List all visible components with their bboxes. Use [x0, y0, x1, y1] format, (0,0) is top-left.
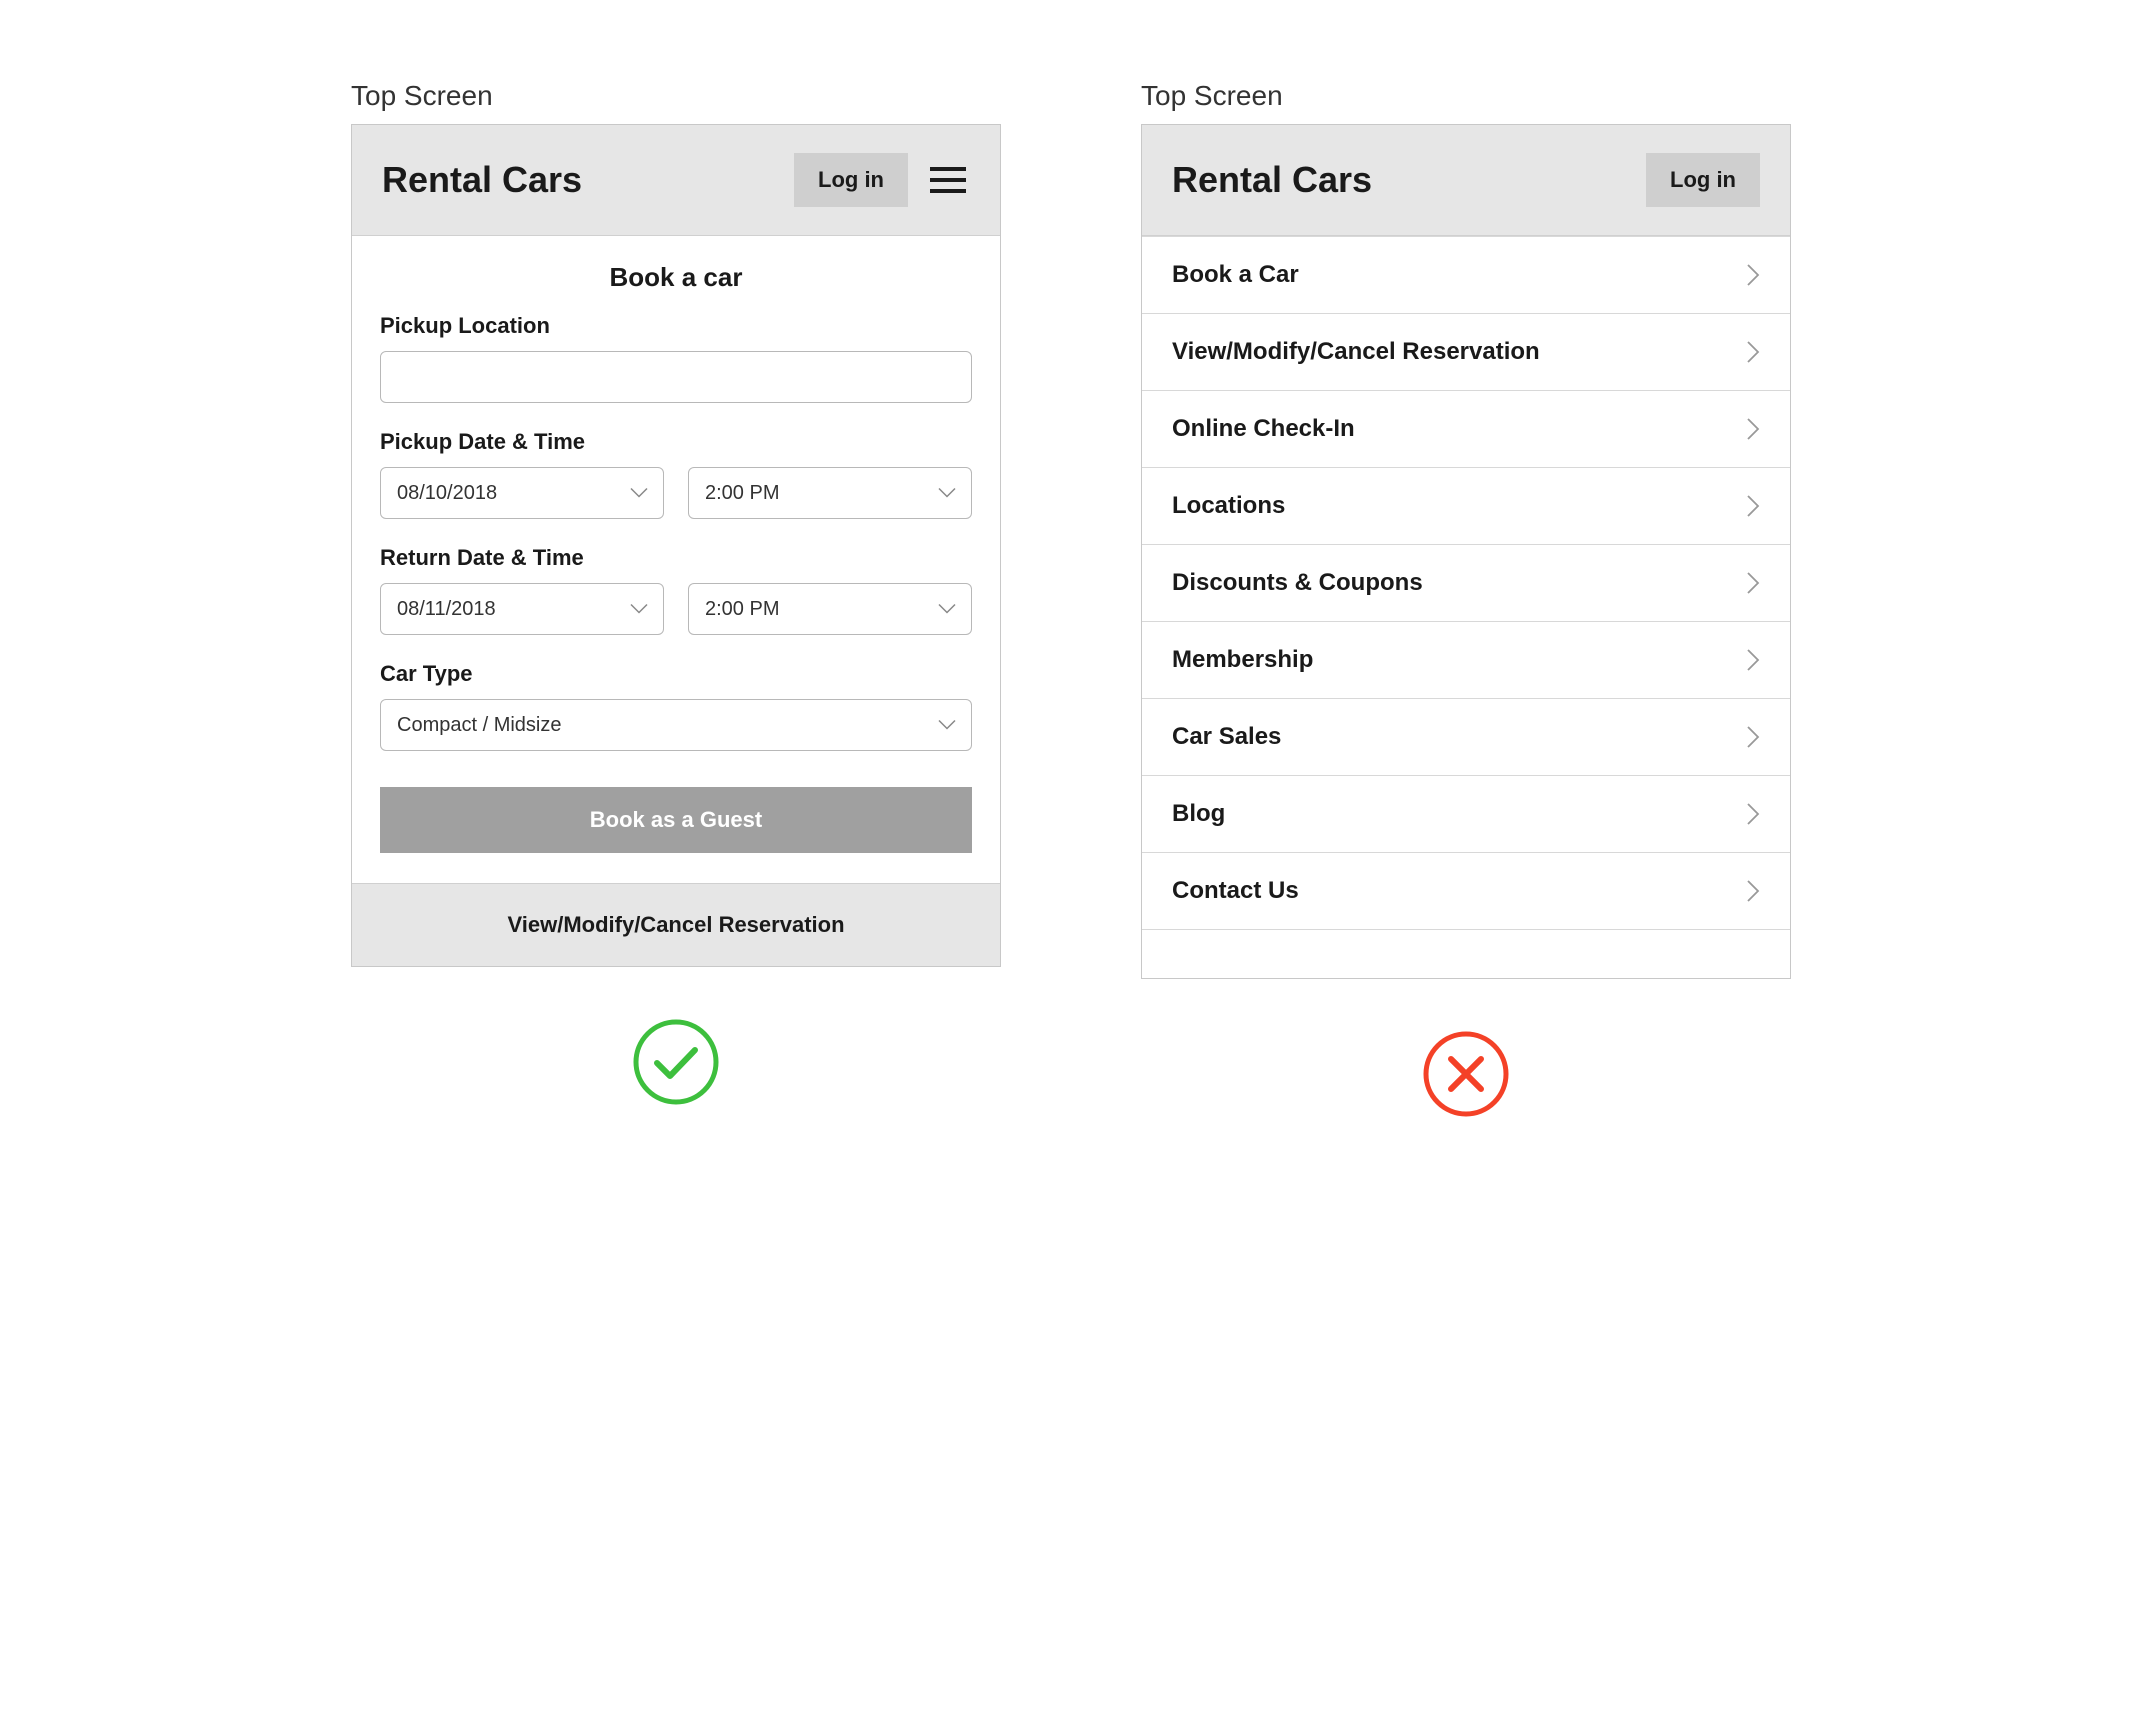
pickup-date-select[interactable]: 08/10/2018 [380, 467, 664, 519]
incorrect-badge [1421, 1029, 1511, 1119]
header-left: Rental Cars Log in [352, 125, 1000, 236]
app-title: Rental Cars [1172, 159, 1372, 201]
menu-item-online-check-in[interactable]: Online Check-In [1142, 391, 1790, 468]
chevron-right-icon [1747, 572, 1760, 594]
login-button[interactable]: Log in [1646, 153, 1760, 207]
pickup-time-value: 2:00 PM [705, 482, 779, 505]
menu-item-label: Locations [1172, 492, 1285, 520]
menu-item-car-sales[interactable]: Car Sales [1142, 699, 1790, 776]
hamburger-menu-icon[interactable] [926, 163, 970, 197]
menu-item-discounts-coupons[interactable]: Discounts & Coupons [1142, 545, 1790, 622]
return-date-select[interactable]: 08/11/2018 [380, 583, 664, 635]
menu-spacer [1142, 930, 1790, 978]
header-actions: Log in [794, 153, 970, 207]
menu-item-label: Book a Car [1172, 261, 1299, 289]
menu-item-label: Contact Us [1172, 877, 1299, 905]
chevron-right-icon [1747, 341, 1760, 363]
menu-item-contact-us[interactable]: Contact Us [1142, 853, 1790, 930]
check-circle-icon [631, 1017, 721, 1107]
return-time-value: 2:00 PM [705, 598, 779, 621]
menu-item-locations[interactable]: Locations [1142, 468, 1790, 545]
cross-circle-icon [1421, 1029, 1511, 1119]
view-modify-cancel-link[interactable]: View/Modify/Cancel Reservation [352, 883, 1000, 966]
menu-item-blog[interactable]: Blog [1142, 776, 1790, 853]
chevron-right-icon [1747, 264, 1760, 286]
book-as-guest-button[interactable]: Book as a Guest [380, 787, 972, 853]
screen-label-right: Top Screen [1141, 80, 1283, 112]
menu-item-membership[interactable]: Membership [1142, 622, 1790, 699]
car-type-select[interactable]: Compact / Midsize [380, 699, 972, 751]
return-datetime-label: Return Date & Time [380, 545, 972, 571]
menu-item-label: Discounts & Coupons [1172, 569, 1423, 597]
chevron-right-icon [1747, 803, 1760, 825]
menu-item-label: Blog [1172, 800, 1225, 828]
header-right: Rental Cars Log in [1142, 125, 1790, 236]
login-button[interactable]: Log in [794, 153, 908, 207]
pickup-time-select[interactable]: 2:00 PM [688, 467, 972, 519]
pickup-datetime-label: Pickup Date & Time [380, 429, 972, 455]
phone-right: Rental Cars Log in Book a Car View/Modif… [1141, 124, 1791, 979]
header-actions: Log in [1646, 153, 1760, 207]
menu-item-view-modify-cancel[interactable]: View/Modify/Cancel Reservation [1142, 314, 1790, 391]
car-type-value: Compact / Midsize [397, 714, 562, 737]
pickup-location-label: Pickup Location [380, 313, 972, 339]
chevron-right-icon [1747, 880, 1760, 902]
chevron-right-icon [1747, 495, 1760, 517]
chevron-right-icon [1747, 418, 1760, 440]
menu-item-label: View/Modify/Cancel Reservation [1172, 338, 1540, 366]
app-title: Rental Cars [382, 159, 582, 201]
pickup-date-value: 08/10/2018 [397, 482, 497, 505]
car-type-label: Car Type [380, 661, 972, 687]
menu-item-label: Online Check-In [1172, 415, 1355, 443]
chevron-right-icon [1747, 726, 1760, 748]
return-time-select[interactable]: 2:00 PM [688, 583, 972, 635]
chevron-right-icon [1747, 649, 1760, 671]
menu-item-label: Car Sales [1172, 723, 1281, 751]
form-title: Book a car [380, 262, 972, 293]
menu-list: Book a Car View/Modify/Cancel Reservatio… [1142, 236, 1790, 978]
menu-item-book-a-car[interactable]: Book a Car [1142, 236, 1790, 314]
correct-badge [631, 1017, 721, 1107]
pickup-location-input[interactable] [380, 351, 972, 403]
booking-form: Book a car Pickup Location Pickup Date &… [352, 236, 1000, 883]
return-date-value: 08/11/2018 [397, 598, 496, 621]
phone-left: Rental Cars Log in Book a car Pickup Loc… [351, 124, 1001, 967]
screen-label-left: Top Screen [351, 80, 493, 112]
menu-item-label: Membership [1172, 646, 1313, 674]
